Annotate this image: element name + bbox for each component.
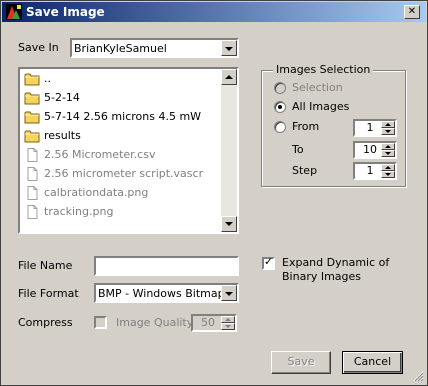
close-button[interactable]: ✕ — [404, 5, 420, 19]
save-in-value: BrianKyleSamuel — [74, 42, 167, 55]
arrow-down-icon — [385, 152, 391, 155]
step-increment-button[interactable] — [381, 164, 395, 171]
to-label: To — [292, 143, 304, 156]
save-button[interactable]: Save — [271, 351, 331, 374]
compress-checkbox[interactable] — [94, 316, 107, 329]
selection-radio[interactable] — [274, 82, 286, 94]
radio-selected-dot — [278, 105, 282, 109]
scroll-up-button[interactable] — [221, 69, 237, 85]
selection-radio-label: Selection — [292, 81, 343, 94]
resize-grip-icon[interactable] — [413, 371, 424, 382]
list-item-name: 2.56 micrometer script.vascr — [44, 167, 204, 180]
chevron-down-icon — [225, 47, 233, 51]
step-spinner-buttons — [381, 164, 395, 178]
arrow-up-icon — [385, 145, 391, 148]
save-in-dropdown-button[interactable] — [221, 40, 237, 56]
title-bar[interactable]: Save Image ✕ — [2, 2, 426, 22]
to-decrement-button[interactable] — [381, 150, 395, 157]
file-format-dropdown-button[interactable] — [221, 285, 237, 301]
image-quality-increment-button[interactable] — [221, 316, 235, 323]
checkmark-icon: ✓ — [264, 255, 274, 268]
from-decrement-button[interactable] — [381, 128, 395, 135]
list-item-name: results — [44, 129, 81, 142]
file-list-scrollbar[interactable] — [221, 69, 237, 232]
from-radio-label: From — [292, 120, 320, 133]
from-radio[interactable] — [274, 121, 286, 133]
image-quality-spinner[interactable]: 50 — [191, 314, 237, 332]
step-value[interactable]: 1 — [357, 164, 383, 178]
cancel-button[interactable]: Cancel — [342, 351, 403, 374]
folder-icon — [24, 91, 40, 105]
arrow-up-icon — [385, 166, 391, 169]
from-spinner[interactable]: 1 — [353, 119, 397, 137]
from-spinner-buttons — [381, 121, 395, 135]
to-value[interactable]: 10 — [357, 143, 383, 157]
from-value[interactable]: 1 — [357, 121, 383, 135]
list-item-name: tracking.png — [44, 205, 114, 218]
save-in-dropdown[interactable]: BrianKyleSamuel — [70, 38, 239, 58]
folder-icon — [24, 110, 40, 124]
file-format-value: BMP - Windows Bitmap — [98, 287, 225, 300]
window-title: Save Image — [26, 5, 105, 19]
step-decrement-button[interactable] — [381, 171, 395, 178]
all-images-radio[interactable] — [274, 101, 286, 113]
all-images-radio-label: All Images — [292, 100, 350, 113]
image-quality-value[interactable]: 50 — [195, 316, 221, 330]
arrow-down-icon — [385, 130, 391, 133]
save-image-dialog: Save Image ✕ Save In BrianKyleSamuel .. 5… — [0, 0, 428, 386]
from-increment-button[interactable] — [381, 121, 395, 128]
images-selection-title: Images Selection — [273, 63, 374, 77]
arrow-up-icon — [225, 75, 233, 79]
arrow-down-icon — [225, 325, 231, 328]
compress-label: Compress — [18, 316, 73, 329]
image-quality-decrement-button[interactable] — [221, 323, 235, 330]
expand-dynamic-label-line1: Expand Dynamic of — [282, 256, 390, 269]
to-spinner-buttons — [381, 143, 395, 157]
step-spinner[interactable]: 1 — [353, 162, 397, 180]
list-item-name: 5-2-14 — [44, 91, 80, 104]
step-label: Step — [292, 164, 318, 177]
chevron-down-icon — [225, 292, 233, 296]
file-name-input[interactable] — [94, 256, 239, 276]
to-increment-button[interactable] — [381, 143, 395, 150]
list-item-name: .. — [44, 72, 51, 85]
image-quality-spinner-buttons — [221, 316, 235, 330]
expand-dynamic-checkbox[interactable]: ✓ — [262, 255, 275, 270]
arrow-down-icon — [225, 222, 233, 226]
file-icon — [24, 205, 40, 219]
folder-icon — [24, 72, 40, 86]
save-in-label: Save In — [18, 41, 59, 54]
arrow-up-icon — [225, 318, 231, 321]
list-item-name: 5-7-14 2.56 microns 4.5 mW — [44, 110, 202, 123]
to-spinner[interactable]: 10 — [353, 141, 397, 159]
image-quality-label: Image Quality — [116, 316, 194, 329]
file-icon — [24, 167, 40, 181]
file-icon — [24, 148, 40, 162]
list-item-name: 2.56 Micrometer.csv — [44, 148, 156, 161]
file-format-dropdown[interactable]: BMP - Windows Bitmap — [94, 283, 239, 303]
list-item-name: calbrationdata.png — [44, 186, 149, 199]
file-name-label: File Name — [18, 259, 73, 272]
arrow-down-icon — [385, 173, 391, 176]
expand-dynamic-label-line2: Binary Images — [282, 270, 362, 283]
folder-icon — [24, 129, 40, 143]
file-list[interactable]: .. 5-2-14 5-7-14 2.56 microns 4.5 mW result… — [18, 67, 239, 234]
scroll-down-button[interactable] — [221, 216, 237, 232]
file-icon — [24, 186, 40, 200]
file-format-label: File Format — [18, 287, 79, 300]
arrow-up-icon — [385, 123, 391, 126]
app-icon — [6, 4, 22, 20]
